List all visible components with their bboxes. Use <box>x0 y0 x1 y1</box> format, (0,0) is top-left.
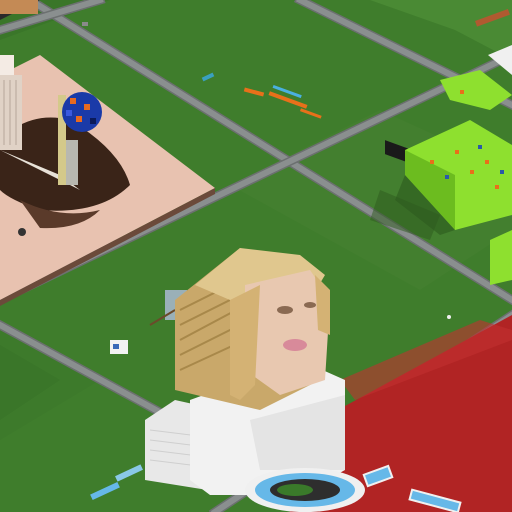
eye-right <box>304 302 316 308</box>
mouth <box>283 339 307 351</box>
dark-object <box>18 228 26 236</box>
eye-left <box>277 306 293 314</box>
small-cart-build <box>110 340 128 354</box>
orange-build-corner <box>0 0 38 14</box>
ring-pool[interactable] <box>245 468 365 512</box>
world-canvas[interactable] <box>0 0 512 512</box>
marker-dot <box>447 315 451 319</box>
game-viewport[interactable] <box>0 0 512 512</box>
blue-voxel-sphere[interactable] <box>62 92 102 132</box>
